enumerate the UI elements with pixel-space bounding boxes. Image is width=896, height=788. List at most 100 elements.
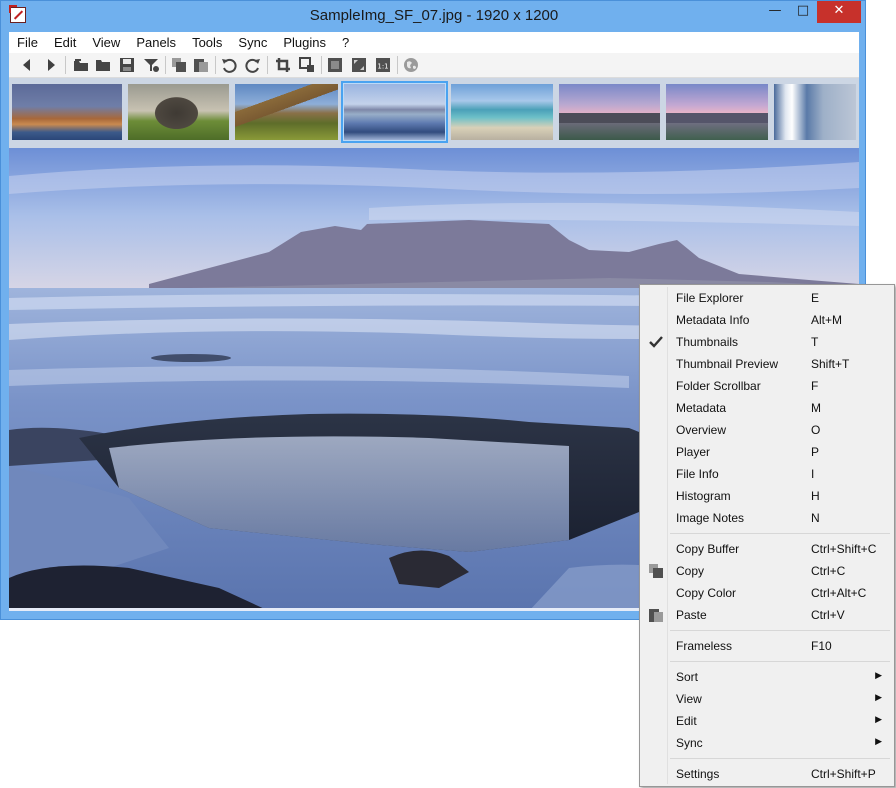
menu-file[interactable]: File bbox=[9, 32, 46, 53]
menu-item-metadata-info[interactable]: Metadata Info Alt+M bbox=[642, 309, 892, 331]
menu-item-image-notes[interactable]: Image Notes N bbox=[642, 507, 892, 529]
menu-item-file-info[interactable]: File Info I bbox=[642, 463, 892, 485]
submenu-arrow-icon: ▶ bbox=[875, 714, 882, 724]
menu-item-copy-buffer[interactable]: Copy Buffer Ctrl+Shift+C bbox=[642, 538, 892, 560]
thumbnail-stonehenge-2[interactable] bbox=[663, 81, 771, 143]
menu-item-frameless[interactable]: Frameless F10 bbox=[642, 635, 892, 657]
menu-item-shortcut: Shift+T bbox=[811, 357, 850, 371]
menu-item-label: Thumbnails bbox=[676, 335, 739, 349]
menu-item-paste[interactable]: Paste Ctrl+V bbox=[642, 604, 892, 626]
copy-icon[interactable] bbox=[171, 57, 187, 73]
toolbar-separator bbox=[165, 56, 166, 74]
save-icon[interactable] bbox=[119, 57, 135, 73]
app-icon[interactable] bbox=[9, 5, 26, 23]
menu-item-shortcut: E bbox=[811, 291, 820, 305]
fullscreen-icon[interactable] bbox=[351, 57, 367, 73]
menu-item-histogram[interactable]: Histogram H bbox=[642, 485, 892, 507]
actual-size-icon[interactable]: 1:1 bbox=[375, 57, 391, 73]
menu-item-label: Overview bbox=[676, 423, 727, 437]
menu-item-thumbnails[interactable]: Thumbnails T bbox=[642, 331, 892, 353]
checkmark-icon bbox=[649, 336, 663, 348]
svg-text:1:1: 1:1 bbox=[377, 63, 388, 71]
menu-item-sort[interactable]: Sort ▶ bbox=[642, 666, 892, 688]
toolbar-separator bbox=[321, 56, 322, 74]
rotate-left-icon[interactable] bbox=[221, 57, 237, 73]
menu-item-label: File Explorer bbox=[676, 291, 744, 305]
thumbnail-partial[interactable] bbox=[771, 81, 859, 143]
submenu-arrow-icon: ▶ bbox=[875, 736, 882, 746]
menu-edit[interactable]: Edit bbox=[46, 32, 84, 53]
thumbnail-elephant[interactable] bbox=[125, 81, 232, 143]
open-file-icon[interactable] bbox=[73, 57, 89, 73]
toolbar-separator bbox=[65, 56, 66, 74]
thumbnail-penguin-beach[interactable] bbox=[448, 81, 556, 143]
close-button[interactable]: ✕ bbox=[817, 1, 861, 23]
submenu-arrow-icon: ▶ bbox=[875, 692, 882, 702]
menu-panels[interactable]: Panels bbox=[128, 32, 184, 53]
menu-view[interactable]: View bbox=[84, 32, 128, 53]
menu-item-label: Metadata bbox=[676, 401, 727, 415]
thumbnail-lighthouse[interactable] bbox=[9, 81, 125, 143]
title-bar[interactable]: SampleImg_SF_07.jpg - 1920 x 1200 — □ ✕ bbox=[1, 1, 865, 32]
open-folder-icon[interactable] bbox=[95, 57, 111, 73]
menu-item-shortcut: Ctrl+Shift+P bbox=[811, 767, 876, 781]
menu-item-label: Player bbox=[676, 445, 711, 459]
paste-icon[interactable] bbox=[193, 57, 209, 73]
menu-item-shortcut: N bbox=[811, 511, 820, 525]
menu-separator bbox=[670, 533, 890, 534]
menu-item-view[interactable]: View ▶ bbox=[642, 688, 892, 710]
toolbar: 1:1 bbox=[9, 53, 859, 78]
menu-item-shortcut: Ctrl+Shift+C bbox=[811, 542, 877, 556]
menu-item-label: Frameless bbox=[676, 639, 733, 653]
menu-item-metadata[interactable]: Metadata M bbox=[642, 397, 892, 419]
menu-item-thumbnail-preview[interactable]: Thumbnail Preview Shift+T bbox=[642, 353, 892, 375]
thumbnail-mountains[interactable] bbox=[232, 81, 341, 143]
thumbnail-table-mountain-selected[interactable] bbox=[341, 81, 448, 143]
rotate-right-icon[interactable] bbox=[245, 57, 261, 73]
back-icon[interactable] bbox=[19, 57, 35, 73]
menu-item-label: Image Notes bbox=[676, 511, 745, 525]
maximize-button[interactable]: □ bbox=[789, 1, 817, 23]
resize-icon[interactable] bbox=[299, 57, 315, 73]
menu-item-overview[interactable]: Overview O bbox=[642, 419, 892, 441]
menu-tools[interactable]: Tools bbox=[184, 32, 230, 53]
menu-item-label: Copy Color bbox=[676, 586, 737, 600]
menu-item-shortcut: Ctrl+V bbox=[811, 608, 845, 622]
filter-icon[interactable] bbox=[143, 57, 159, 73]
menu-sync[interactable]: Sync bbox=[230, 32, 275, 53]
menu-separator bbox=[670, 630, 890, 631]
menu-item-file-explorer[interactable]: File Explorer E bbox=[642, 287, 892, 309]
menu-item-folder-scrollbar[interactable]: Folder Scrollbar F bbox=[642, 375, 892, 397]
menu-plugins[interactable]: Plugins bbox=[275, 32, 334, 53]
menu-item-shortcut: F bbox=[811, 379, 819, 393]
submenu-arrow-icon: ▶ bbox=[875, 670, 882, 680]
menu-item-player[interactable]: Player P bbox=[642, 441, 892, 463]
menu-item-settings[interactable]: Settings Ctrl+Shift+P bbox=[642, 763, 892, 785]
fit-window-icon[interactable] bbox=[327, 57, 343, 73]
menu-item-label: Thumbnail Preview bbox=[676, 357, 779, 371]
menu-item-shortcut: T bbox=[811, 335, 819, 349]
menu-help[interactable]: ? bbox=[334, 32, 357, 53]
context-menu: File Explorer E Metadata Info Alt+M Thumbnai… bbox=[639, 284, 895, 787]
menu-item-shortcut: Alt+M bbox=[811, 313, 843, 327]
web-icon[interactable] bbox=[403, 57, 419, 73]
crop-icon[interactable] bbox=[275, 57, 291, 73]
menu-item-label: Edit bbox=[676, 714, 697, 728]
menu-item-label: Sync bbox=[676, 736, 703, 750]
menu-item-label: Sort bbox=[676, 670, 699, 684]
thumbnail-stonehenge-1[interactable] bbox=[556, 81, 663, 143]
menu-item-shortcut: O bbox=[811, 423, 821, 437]
menu-item-shortcut: M bbox=[811, 401, 821, 415]
menu-item-sync[interactable]: Sync ▶ bbox=[642, 732, 892, 754]
menu-item-shortcut: Ctrl+C bbox=[811, 564, 846, 578]
copy-icon bbox=[649, 564, 663, 578]
menu-item-copy[interactable]: Copy Ctrl+C bbox=[642, 560, 892, 582]
thumbnail-strip bbox=[9, 78, 859, 148]
menu-item-label: Metadata Info bbox=[676, 313, 750, 327]
minimize-button[interactable]: — bbox=[761, 1, 789, 23]
menu-item-edit[interactable]: Edit ▶ bbox=[642, 710, 892, 732]
paste-icon bbox=[649, 609, 663, 622]
forward-icon[interactable] bbox=[43, 57, 59, 73]
menu-item-copy-color[interactable]: Copy Color Ctrl+Alt+C bbox=[642, 582, 892, 604]
toolbar-separator bbox=[397, 56, 398, 74]
